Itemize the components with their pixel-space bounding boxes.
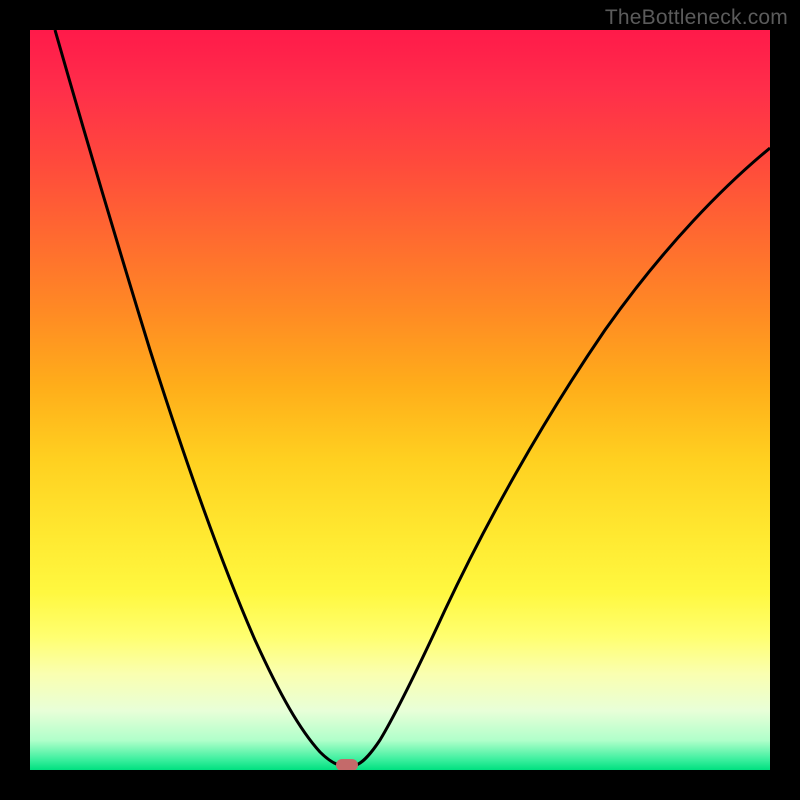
chart-frame: TheBottleneck.com [0, 0, 800, 800]
plot-area [30, 30, 770, 770]
bottleneck-curve [55, 30, 770, 766]
watermark-text: TheBottleneck.com [605, 6, 788, 30]
minimum-marker [336, 759, 358, 770]
curve-layer [30, 30, 770, 770]
